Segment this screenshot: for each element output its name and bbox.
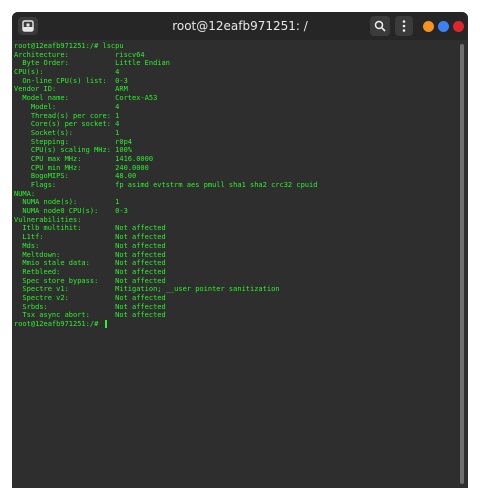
close-button[interactable] — [453, 21, 464, 32]
terminal-line: Model: 4 — [14, 102, 120, 111]
terminal-line: Mmio stale data: Not affected — [14, 259, 166, 268]
terminal-line: Meltdown: Not affected — [14, 250, 166, 259]
new-tab-icon — [22, 20, 34, 32]
terminal-line: Itlb multihit: Not affected — [14, 224, 166, 233]
terminal-line: Spec store bypass: Not affected — [14, 276, 166, 285]
terminal-line: Thread(s) per core: 1 — [14, 111, 120, 120]
terminal-line: Core(s) per socket: 4 — [14, 120, 120, 129]
terminal-line: Mds: Not affected — [14, 241, 166, 250]
terminal-line: root@12eafb971251:/# lscpu — [14, 42, 124, 50]
scrollbar[interactable] — [459, 42, 465, 488]
terminal-line: Srbds: Not affected — [14, 302, 166, 311]
terminal-line: CPU min MHz: 240.0000 — [14, 163, 149, 172]
kebab-menu-icon — [402, 20, 406, 32]
terminal-line: On-line CPU(s) list: 0-3 — [14, 76, 128, 85]
terminal-line: CPU max MHz: 1416.0000 — [14, 154, 154, 163]
title-bar: root@12eafb971251: / — [12, 12, 468, 40]
terminal-line: Architecture: riscv64 — [14, 50, 145, 59]
menu-button[interactable] — [395, 16, 413, 36]
search-button[interactable] — [370, 16, 390, 36]
search-icon — [374, 20, 386, 32]
prompt-line: root@12eafb971251:/# — [14, 320, 454, 329]
terminal-window: root@12eafb971251: / root@12eafb971251:/… — [12, 12, 468, 488]
terminal-line: Flags: fp asimd evtstrm aes pmull sha1 s… — [14, 181, 318, 189]
window-title: root@12eafb971251: / — [172, 19, 308, 33]
terminal-line: L1tf: Not affected — [14, 233, 166, 242]
terminal-line: NUMA node(s): 1 — [14, 198, 120, 207]
text-cursor — [104, 320, 107, 328]
terminal-line: Vendor ID: ARM — [14, 85, 128, 94]
terminal-line: NUMA: — [14, 189, 36, 198]
terminal-line: Spectre v1: Mitigation; __user pointer s… — [14, 285, 280, 294]
terminal-output[interactable]: root@12eafb971251:/# lscpu Architecture: … — [14, 42, 454, 486]
scrollbar-thumb[interactable] — [460, 44, 464, 484]
terminal-line: BogoMIPS: 48.00 — [14, 172, 137, 181]
terminal-line: Stepping: r0p4 — [14, 137, 133, 146]
prompt: root@12eafb971251:/# — [14, 320, 103, 328]
terminal-line: NUMA node0 CPU(s): 0-3 — [14, 207, 128, 216]
terminal-line: Spectre v2: Not affected — [14, 293, 166, 302]
terminal-line: CPU(s): 4 — [14, 68, 120, 77]
terminal-line: CPU(s) scaling MHz: 100% — [14, 146, 133, 155]
terminal-line: Retbleed: Not affected — [14, 267, 166, 276]
terminal-line: Byte Order: Little Endian — [14, 59, 170, 68]
terminal-line: Socket(s): 1 — [14, 128, 120, 137]
terminal-line: Vulnerabilities: — [14, 215, 82, 224]
terminal-line: Tsx async abort: Not affected — [14, 311, 166, 320]
minimize-button[interactable] — [423, 21, 434, 32]
terminal-line: Model name: Cortex-A53 — [14, 94, 158, 103]
maximize-button[interactable] — [438, 21, 449, 32]
new-tab-button[interactable] — [18, 17, 38, 35]
